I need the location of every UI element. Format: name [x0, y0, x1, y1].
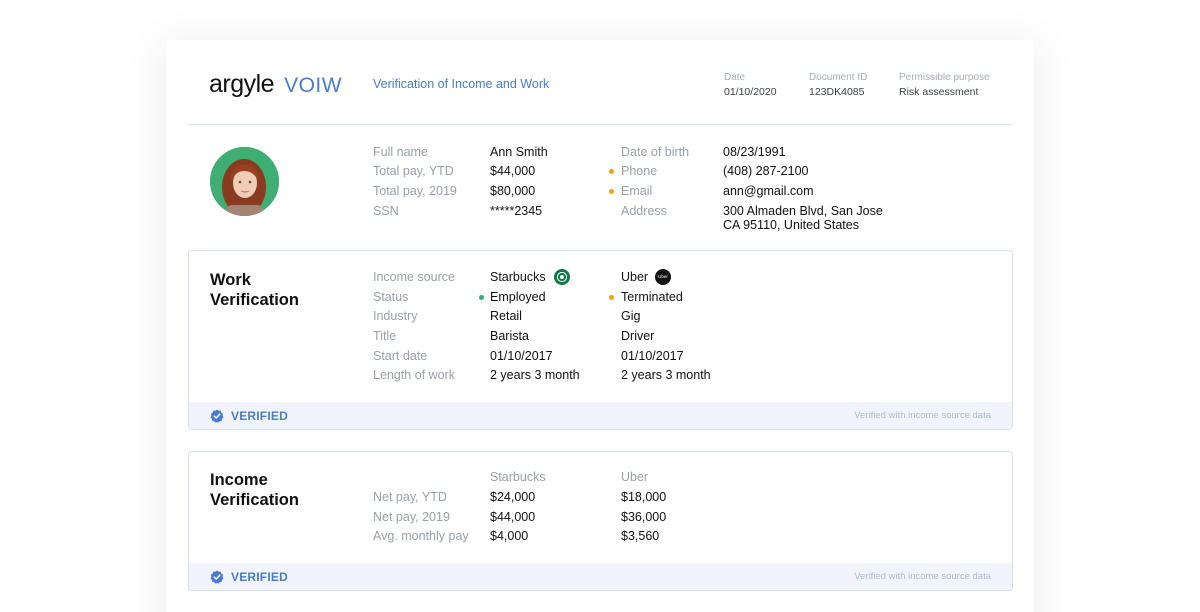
address-line2: CA 95110, United States: [723, 218, 859, 232]
uber-net-pay-2019: $36,000: [621, 510, 667, 524]
dob-value: 08/23/1991: [723, 145, 786, 159]
uber-title: Driver: [621, 329, 655, 343]
meta-purpose-label: Permissible purpose: [899, 72, 990, 83]
industry-label: Industry: [373, 309, 418, 323]
start-date-label: Start date: [373, 349, 428, 363]
phone-status-dot: [609, 169, 614, 174]
starbucks-title: Barista: [490, 329, 529, 343]
uber-name: Uber: [621, 270, 649, 284]
uber-length: 2 years 3 month: [621, 368, 711, 382]
product-name: VOIW: [284, 74, 343, 97]
email-value: ann@gmail.com: [723, 184, 814, 198]
income-col-starbucks-header: Starbucks: [490, 470, 546, 484]
uber-logo-icon: Uber: [655, 269, 671, 285]
argyle-logo: argyle: [209, 70, 275, 98]
income-verified-footer: VERIFIED Verified with income source dat…: [189, 563, 1012, 590]
address-line1: 300 Almaden Blvd, San Jose: [723, 204, 883, 218]
meta-date: Date 01/10/2020: [724, 72, 777, 98]
starbucks-logo-icon: [554, 269, 570, 285]
email-label: Email: [621, 184, 653, 198]
brand: argyle VOIW: [209, 70, 342, 99]
total-pay-2019-value: $80,000: [490, 184, 536, 198]
email-status-dot: [609, 189, 614, 194]
meta-date-label: Date: [724, 72, 746, 83]
total-pay-2019-label: Total pay, 2019: [373, 184, 457, 198]
starbucks-net-pay-2019: $44,000: [490, 510, 536, 524]
income-verification-card: Income Verification Starbucks Uber Net p…: [188, 451, 1013, 591]
uber-industry: Gig: [621, 309, 641, 323]
starbucks-avg-monthly-pay: $4,000: [490, 529, 529, 543]
income-title-line2: Verification: [210, 491, 299, 509]
verified-check-icon: [210, 409, 224, 423]
avatar: [210, 147, 279, 216]
uber-net-pay-ytd: $18,000: [621, 490, 667, 504]
meta-docid-label: Document ID: [809, 72, 868, 83]
work-verification-title: Work Verification: [210, 270, 299, 310]
meta-purpose-value: Risk assessment: [899, 86, 979, 98]
work-title-line1: Work: [210, 271, 251, 289]
phone-label: Phone: [621, 164, 658, 178]
phone-value: (408) 287-2100: [723, 164, 809, 178]
address-label: Address: [621, 204, 667, 218]
ssn-label: SSN: [373, 204, 399, 218]
net-pay-2019-label: Net pay, 2019: [373, 510, 450, 524]
uber-avg-monthly-pay: $3,560: [621, 529, 660, 543]
meta-docid-value: 123DK4085: [809, 86, 865, 98]
employed-status-dot: [479, 295, 484, 300]
starbucks-length: 2 years 3 month: [490, 368, 580, 382]
income-verified-note: Verified with income source data: [854, 571, 991, 582]
length-of-work-label: Length of work: [373, 368, 455, 382]
avatar-portrait-icon: [210, 147, 279, 216]
meta-purpose: Permissible purpose Risk assessment: [899, 72, 990, 98]
document: argyle VOIW Verification of Income and W…: [166, 40, 1034, 612]
full-name-label: Full name: [373, 145, 428, 159]
starbucks-net-pay-ytd: $24,000: [490, 490, 536, 504]
meta-date-value: 01/10/2020: [724, 86, 777, 98]
income-source-label: Income source: [373, 270, 455, 284]
full-name-value: Ann Smith: [490, 145, 548, 159]
starbucks-start-date: 01/10/2017: [490, 349, 553, 363]
avg-monthly-pay-label: Avg. monthly pay: [373, 529, 469, 543]
starbucks-name: Starbucks: [490, 270, 546, 284]
uber-status: Terminated: [621, 290, 683, 304]
meta-document-id: Document ID 123DK4085: [809, 72, 867, 98]
income-verified-label: VERIFIED: [231, 570, 288, 584]
uber-start-date: 01/10/2017: [621, 349, 684, 363]
total-pay-ytd-label: Total pay, YTD: [373, 164, 454, 178]
status-label: Status: [373, 290, 409, 304]
starbucks-industry: Retail: [490, 309, 522, 323]
terminated-status-dot: [609, 295, 614, 300]
verified-check-icon: [210, 570, 224, 584]
work-verified-label: VERIFIED: [231, 409, 288, 423]
starbucks-status: Employed: [490, 290, 546, 304]
income-verification-title: Income Verification: [210, 470, 299, 510]
income-col-uber-header: Uber: [621, 470, 649, 484]
work-verification-card: Work Verification Income source Status I…: [188, 250, 1013, 430]
income-title-line1: Income: [210, 471, 268, 489]
work-verified-note: Verified with income source data: [854, 410, 991, 421]
ssn-value: *****2345: [490, 204, 543, 218]
document-title: Verification of Income and Work: [373, 77, 550, 91]
work-verified-footer: VERIFIED Verified with income source dat…: [189, 402, 1012, 429]
work-title-line2: Verification: [210, 291, 299, 309]
total-pay-ytd-value: $44,000: [490, 164, 536, 178]
header-divider: [188, 124, 1012, 125]
title-label: Title: [373, 329, 397, 343]
net-pay-ytd-label: Net pay, YTD: [373, 490, 447, 504]
dob-label: Date of birth: [621, 145, 690, 159]
